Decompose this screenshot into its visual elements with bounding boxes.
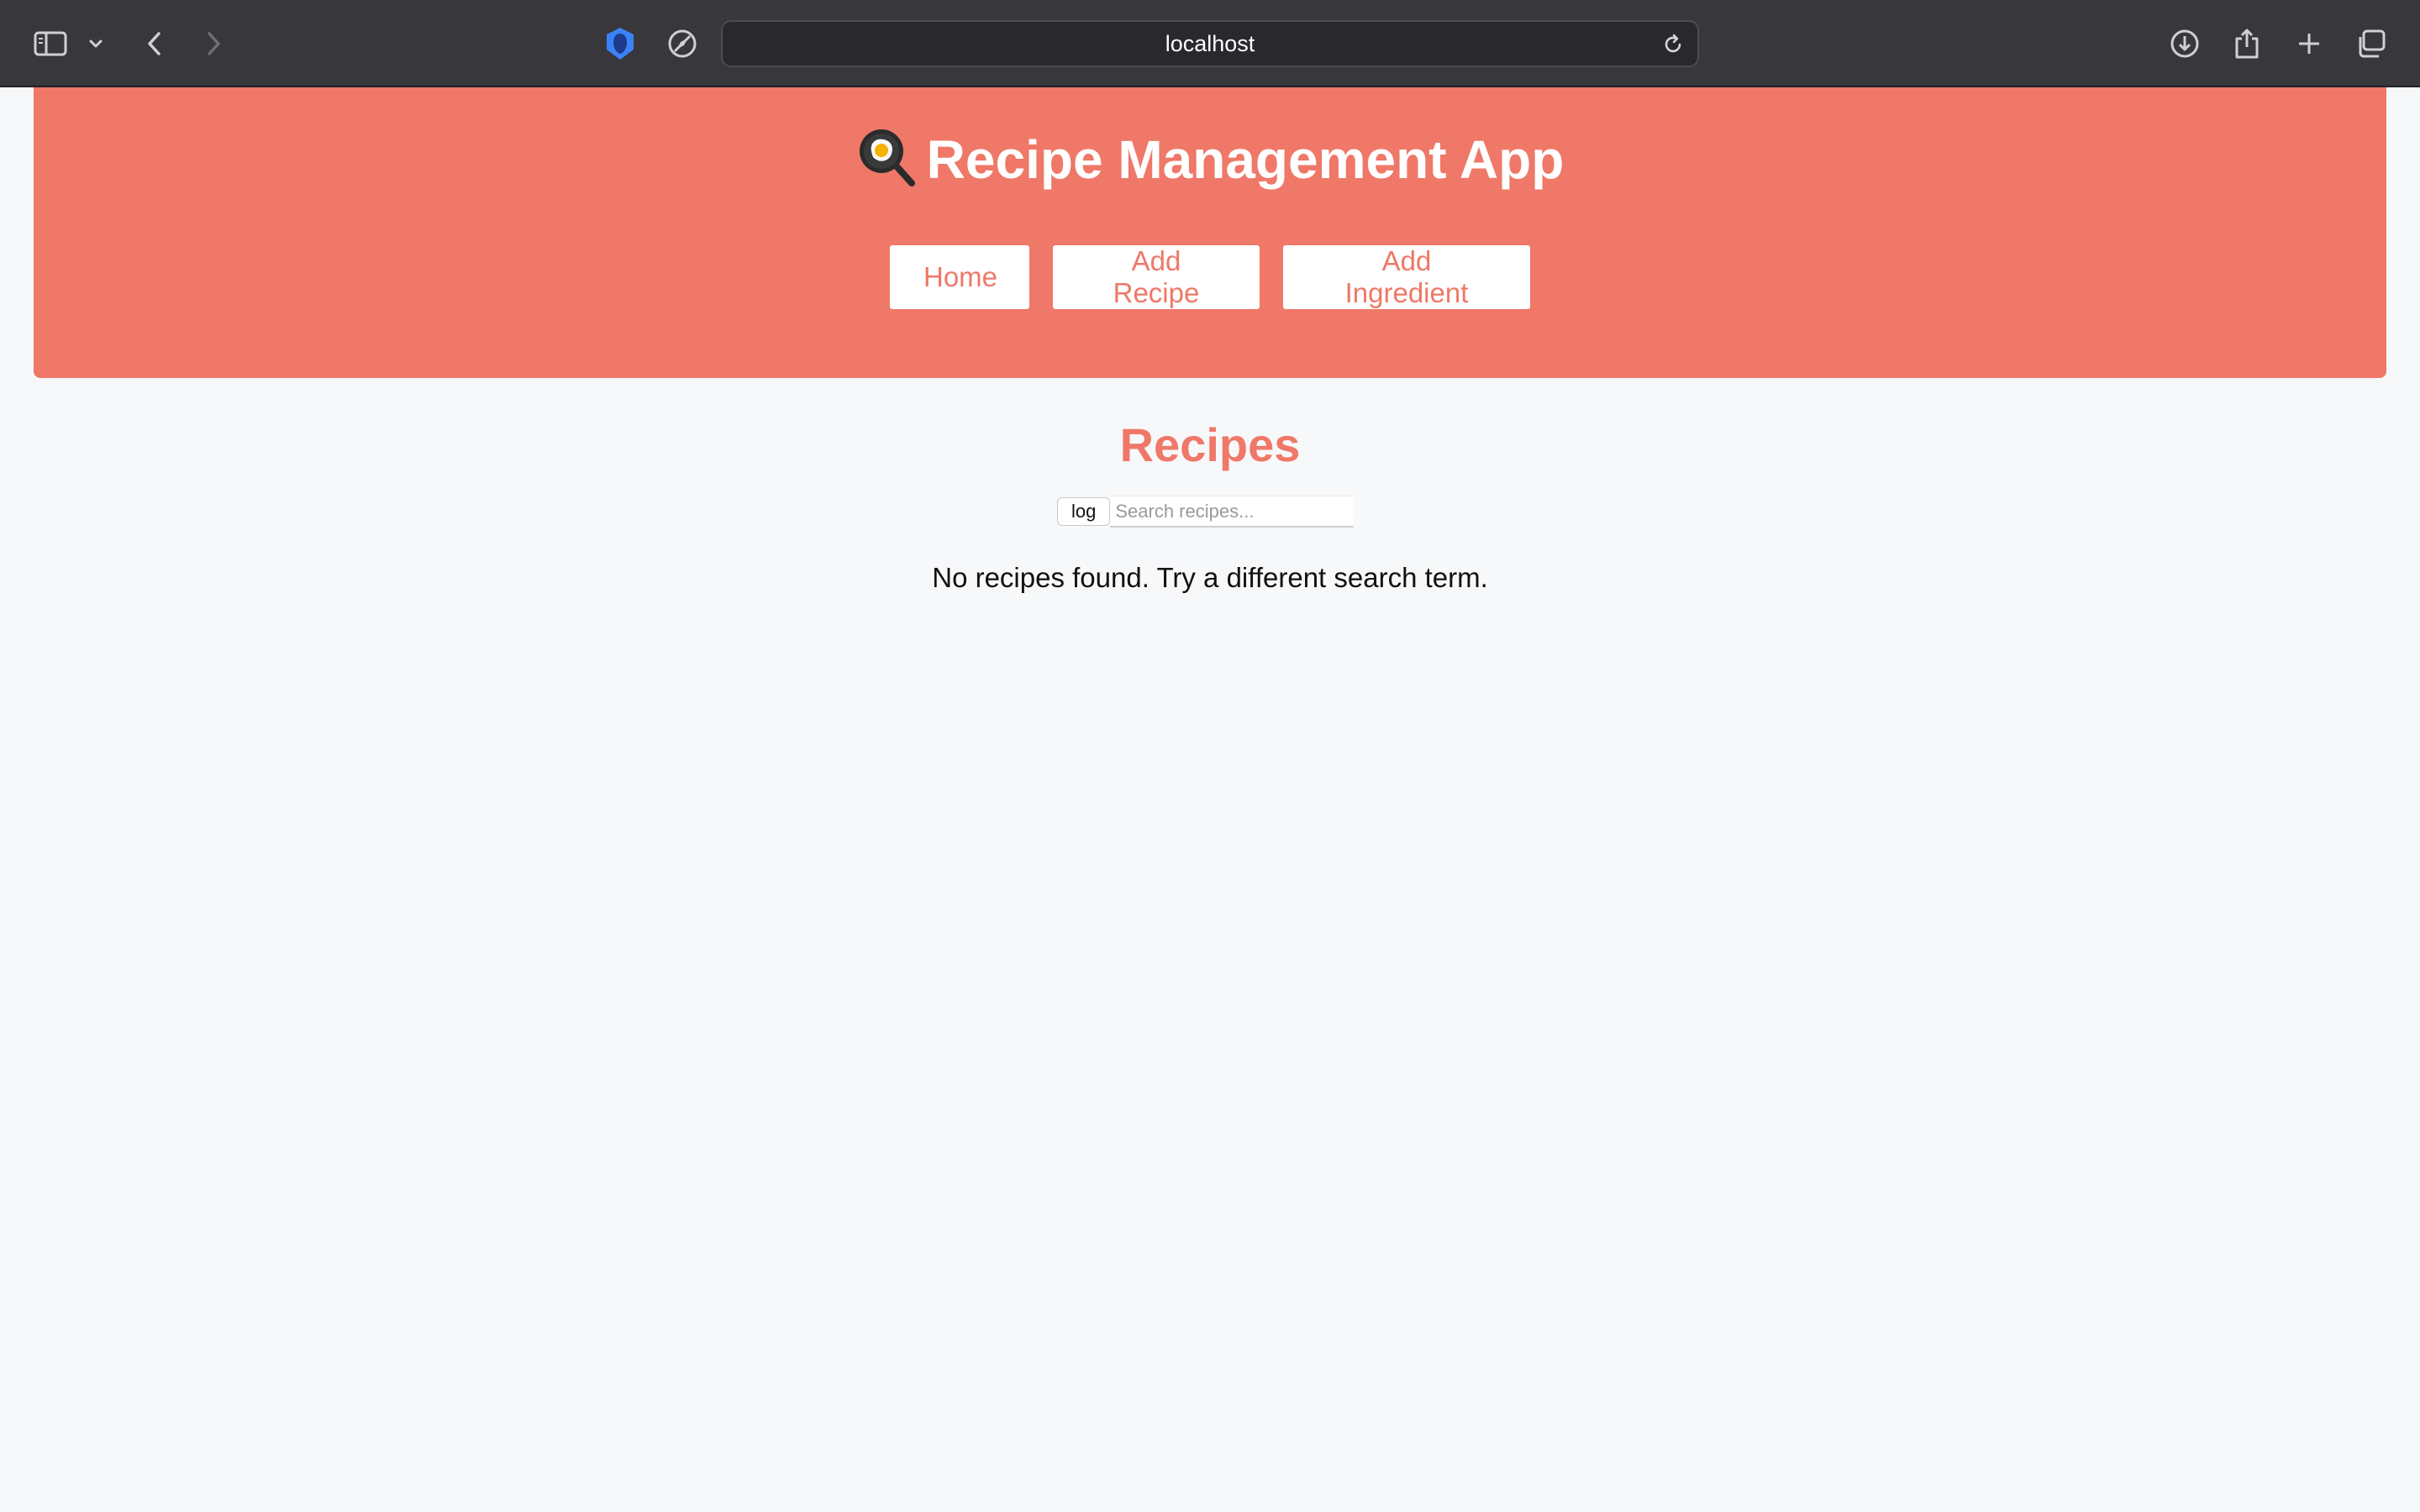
share-button[interactable]: [2225, 22, 2269, 66]
forward-button[interactable]: [192, 22, 235, 66]
tabs-overview-icon: [2359, 29, 2386, 58]
privacy-extension-button[interactable]: [598, 22, 642, 66]
browser-toolbar: localhost: [0, 0, 2420, 87]
chevron-right-icon: [208, 32, 220, 55]
compass-slash-icon: [668, 29, 697, 58]
add-ingredient-button[interactable]: Add Ingredient: [1283, 245, 1530, 309]
sidebar-icon: [34, 31, 67, 56]
tab-overview-button[interactable]: [2349, 22, 2393, 66]
search-input[interactable]: [1110, 496, 1355, 528]
plus-icon: [2299, 34, 2319, 54]
tracker-block-button[interactable]: [660, 22, 704, 66]
tab-groups-dropdown[interactable]: [76, 22, 116, 66]
downloads-button[interactable]: [2163, 22, 2207, 66]
home-button[interactable]: Home: [890, 245, 1029, 309]
add-recipe-button[interactable]: Add Recipe: [1053, 245, 1260, 309]
new-tab-button[interactable]: [2287, 22, 2331, 66]
search-bar: log: [1057, 496, 1355, 528]
chevron-down-icon: [89, 39, 103, 48]
app-header: Recipe Management App Home Add Recipe Ad…: [34, 87, 2386, 378]
back-button[interactable]: [133, 22, 176, 66]
url-text: localhost: [1165, 30, 1255, 56]
frying-pan-egg-icon: [856, 126, 915, 205]
share-icon: [2235, 29, 2259, 59]
app-title-text: Recipe Management App: [926, 129, 1565, 190]
main-nav: Home Add Recipe Add Ingredient: [34, 245, 2386, 309]
reload-icon: [1665, 34, 1681, 53]
log-button[interactable]: log: [1057, 497, 1111, 526]
recipes-heading: Recipes: [1119, 418, 1301, 471]
download-icon: [2170, 29, 2199, 58]
empty-state-message: No recipes found. Try a different search…: [932, 562, 1488, 593]
app-title: Recipe Management App: [34, 123, 2386, 205]
address-bar[interactable]: localhost: [721, 20, 1699, 67]
reload-button[interactable]: [1657, 29, 1689, 60]
shield-icon: [607, 28, 634, 60]
page-content: Recipe Management App Home Add Recipe Ad…: [0, 87, 2420, 1512]
sidebar-toggle-button[interactable]: [29, 22, 72, 66]
chevron-left-icon: [148, 32, 160, 55]
